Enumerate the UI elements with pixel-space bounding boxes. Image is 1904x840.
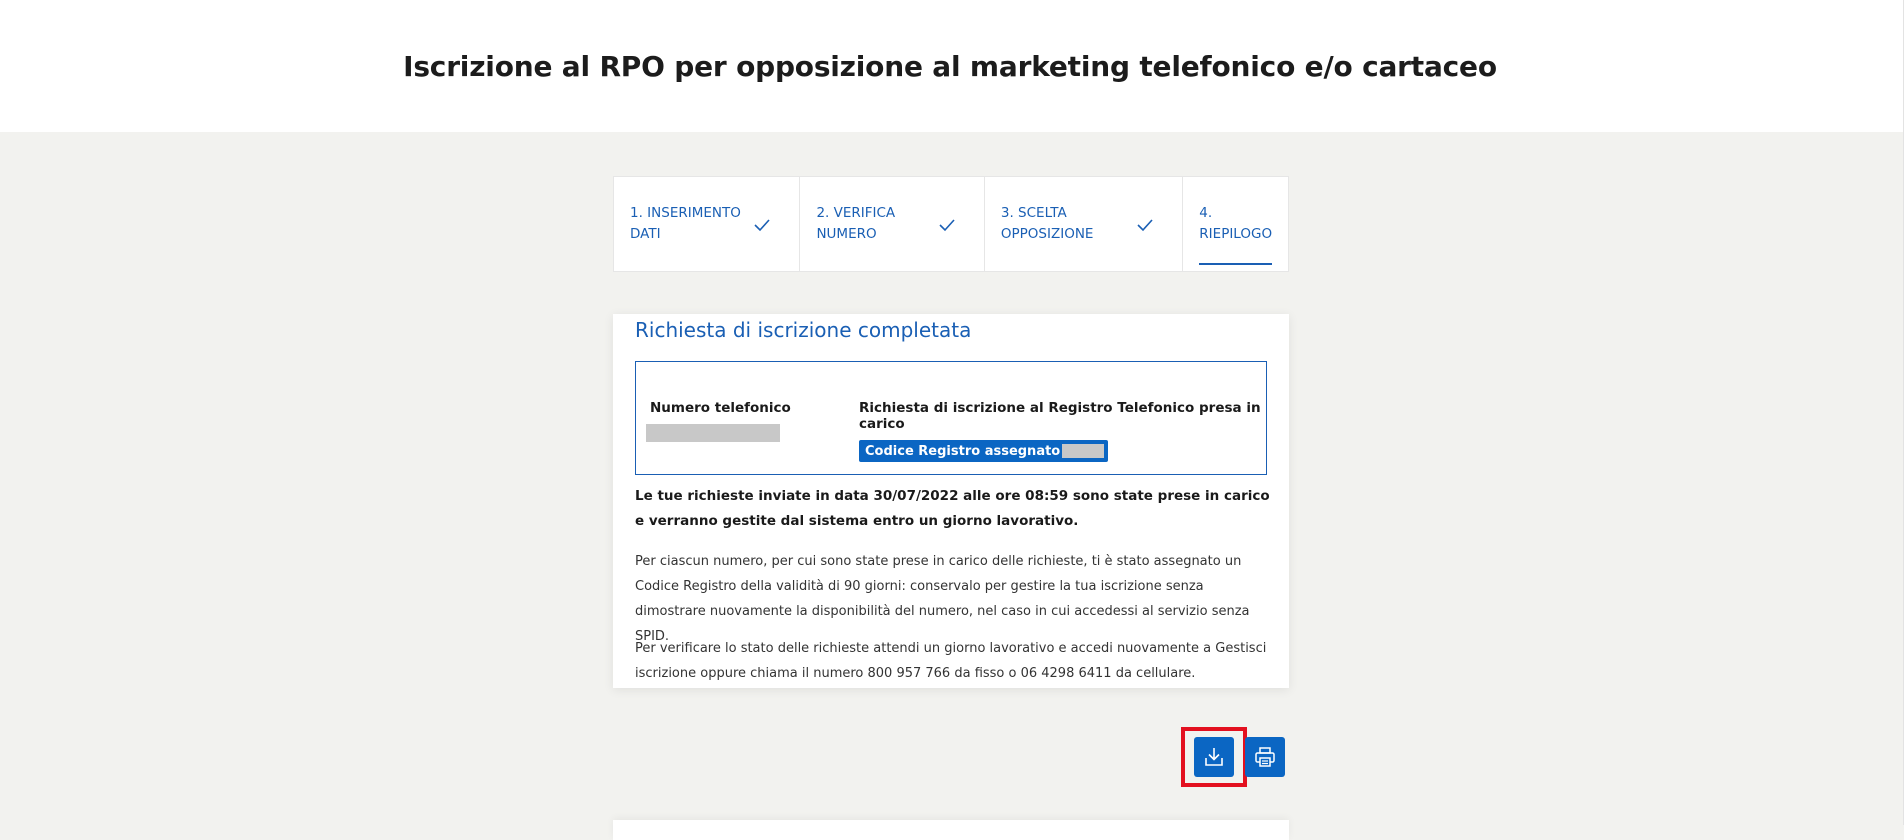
registry-code-label: Codice Registro assegnato — [865, 443, 1061, 459]
check-icon — [939, 219, 955, 232]
step-label-line2: NUMERO — [816, 226, 877, 242]
step-label-line2: DATI — [630, 226, 661, 242]
registry-code-badge: Codice Registro assegnato — [859, 440, 1109, 462]
step-verifica-numero[interactable]: 2. VERIFICA NUMERO — [800, 177, 985, 271]
next-card-edge — [613, 820, 1289, 840]
registration-details-box: Numero telefonico Richiesta di iscrizion… — [635, 361, 1267, 475]
step-label-line1: 4. — [1199, 205, 1213, 221]
step-label-line2: RIEPILOGO — [1199, 226, 1273, 242]
stepper: 1. INSERIMENTO DATI 2. VERIFICA NUMERO 3… — [613, 176, 1289, 272]
step-label-line2: OPPOSIZIONE — [1000, 226, 1094, 242]
check-icon — [754, 219, 771, 232]
step-label-line1: 1. INSERIMENTO — [630, 205, 741, 221]
step-label-line1: 2. VERIFICA — [816, 205, 896, 221]
phone-label: Numero telefonico — [650, 400, 791, 416]
check-icon — [1137, 219, 1153, 232]
phone-number-redacted — [646, 424, 780, 442]
step-label-line1: 3. SCELTA — [1000, 205, 1067, 221]
print-button[interactable] — [1245, 737, 1285, 777]
page-title: Iscrizione al RPO per opposizione al mar… — [403, 49, 1497, 83]
registry-code-redacted — [1062, 444, 1105, 458]
step-inserimento-dati[interactable]: 1. INSERIMENTO DATI — [614, 177, 801, 271]
highlight-frame — [1181, 727, 1247, 787]
step-scelta-opposizione[interactable]: 3. SCELTA OPPOSIZIONE — [985, 177, 1184, 271]
info-paragraph-status: Per verificare lo stato delle richieste … — [635, 641, 1267, 681]
print-icon — [1255, 747, 1275, 767]
step-riepilogo[interactable]: 4. RIEPILOGO — [1183, 177, 1288, 271]
summary-text: Le tue richieste inviate in data 30/07/2… — [635, 488, 1270, 529]
active-step-indicator — [1199, 263, 1272, 265]
summary-card: Richiesta di iscrizione completata Numer… — [613, 314, 1289, 688]
request-status-label: Richiesta di iscrizione al Registro Tele… — [859, 400, 1261, 432]
card-title: Richiesta di iscrizione completata — [635, 318, 972, 342]
info-paragraph-code: Per ciascun numero, per cui sono state p… — [635, 554, 1250, 644]
page-header: Iscrizione al RPO per opposizione al mar… — [0, 0, 1904, 132]
